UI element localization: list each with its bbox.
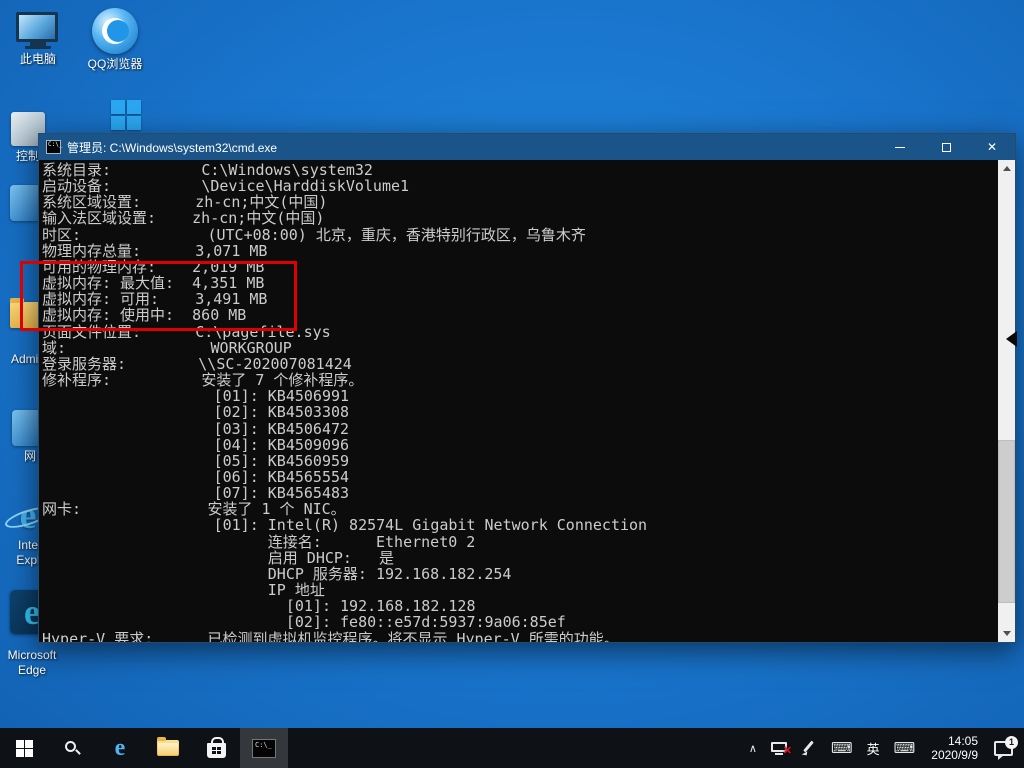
- windows-logo-icon: [111, 100, 141, 130]
- qq-browser-icon: [92, 8, 138, 54]
- cmd-window-icon: C:\_: [46, 140, 61, 154]
- title-bar[interactable]: C:\_ 管理员: C:\Windows\system32\cmd.exe ✕: [39, 134, 1015, 160]
- tray-network-status[interactable]: ✕: [764, 728, 794, 768]
- desktop[interactable]: 此电脑 QQ浏览器 控制 Admin 网 e Inte Expl: [0, 0, 1024, 768]
- vertical-scrollbar[interactable]: [998, 160, 1015, 642]
- microsoft-store-icon: [207, 743, 226, 758]
- taskbar-edge-button[interactable]: e: [96, 728, 144, 768]
- minimize-icon: [895, 147, 905, 148]
- desktop-icon-label: QQ浏览器: [77, 57, 153, 72]
- tray-clock[interactable]: 14:05 2020/9/9: [922, 734, 987, 762]
- tray-show-hidden-icons[interactable]: ∧: [742, 728, 764, 768]
- annotation-arrow-icon: [1006, 331, 1017, 347]
- window-title: 管理员: C:\Windows\system32\cmd.exe: [67, 139, 877, 156]
- desktop-icon-this-pc[interactable]: 此电脑: [0, 12, 76, 67]
- tray-ime-indicator[interactable]: 英: [860, 728, 887, 768]
- scroll-up-button[interactable]: [998, 160, 1015, 177]
- search-icon: [65, 741, 79, 755]
- desktop-icon-windows-app[interactable]: [88, 100, 164, 130]
- triangle-up-icon: [1003, 166, 1011, 171]
- this-pc-icon: [16, 12, 60, 49]
- taskbar-store-button[interactable]: [192, 728, 240, 768]
- keyboard-icon: ⌨: [831, 739, 853, 757]
- taskbar: e C:\_ ∧ ✕: [0, 728, 1024, 768]
- desktop-icon-label: Microsoft Edge: [0, 648, 70, 678]
- system-tray: ∧ ✕ ⌨ 英 ⌨ 14:05 2020/9/9: [742, 728, 1024, 768]
- cmd-window: C:\_ 管理员: C:\Windows\system32\cmd.exe ✕ …: [38, 133, 1016, 643]
- maximize-button[interactable]: [923, 134, 969, 160]
- network-error-icon: ✕: [783, 746, 792, 757]
- clock-date: 2020/9/9: [931, 748, 978, 762]
- windows-logo-icon: [16, 740, 33, 757]
- red-highlight-box: [20, 261, 297, 331]
- search-button[interactable]: [48, 728, 96, 768]
- clock-time: 14:05: [931, 734, 978, 748]
- maximize-icon: [942, 143, 951, 152]
- taskbar-cmd-button[interactable]: C:\_: [240, 728, 288, 768]
- tray-touch-keyboard[interactable]: ⌨: [824, 728, 860, 768]
- tray-input-method[interactable]: ⌨: [887, 728, 923, 768]
- start-button[interactable]: [0, 728, 48, 768]
- ime-language-label: 英: [867, 739, 880, 758]
- notification-icon: 1: [994, 741, 1013, 756]
- pen-icon: [801, 740, 817, 756]
- network-icon: ✕: [771, 742, 787, 755]
- action-center-button[interactable]: 1: [987, 728, 1020, 768]
- triangle-down-icon: [1003, 631, 1011, 636]
- tray-windows-ink[interactable]: [794, 728, 824, 768]
- console-output[interactable]: 系统目录: C:\Windows\system32 启动设备: \Device\…: [39, 160, 998, 642]
- chevron-up-icon: ∧: [749, 742, 757, 755]
- desktop-icon-qq-browser[interactable]: QQ浏览器: [77, 8, 153, 72]
- desktop-icon-label: 此电脑: [0, 52, 76, 67]
- cmd-icon: C:\_: [252, 739, 276, 758]
- console-text: 系统目录: C:\Windows\system32 启动设备: \Device\…: [42, 162, 998, 642]
- scroll-down-button[interactable]: [998, 625, 1015, 642]
- close-button[interactable]: ✕: [969, 134, 1015, 160]
- file-explorer-icon: [157, 740, 179, 756]
- taskbar-file-explorer-button[interactable]: [144, 728, 192, 768]
- minimize-button[interactable]: [877, 134, 923, 160]
- notification-badge: 1: [1005, 736, 1018, 749]
- scrollbar-thumb[interactable]: [998, 440, 1015, 604]
- edge-icon: e: [115, 736, 126, 760]
- keyboard-icon: ⌨: [894, 739, 916, 757]
- close-icon: ✕: [987, 141, 997, 153]
